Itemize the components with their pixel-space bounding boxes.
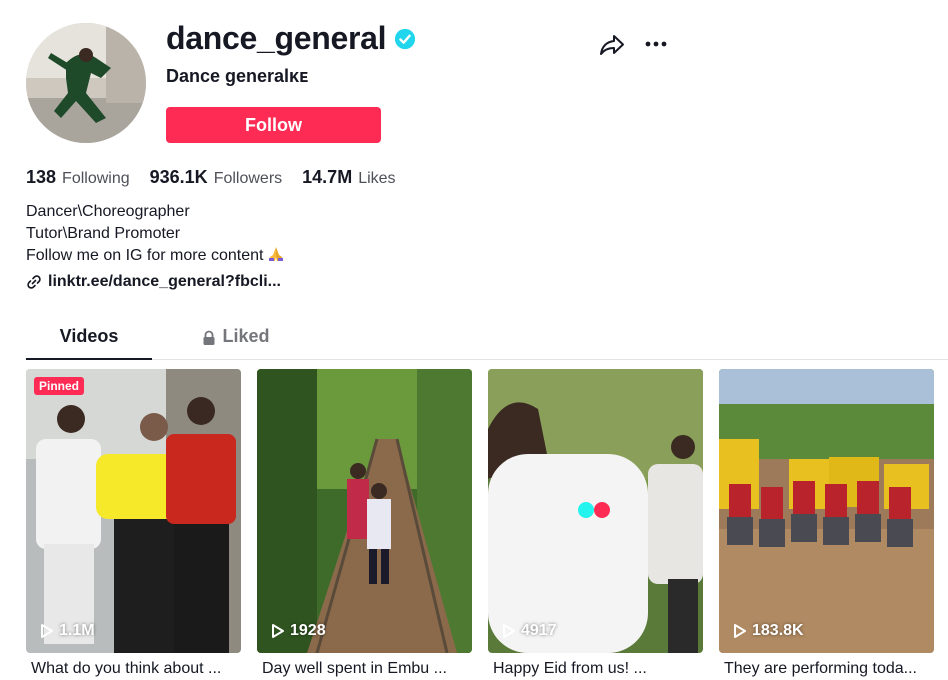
video-card[interactable]: 4917 Happy Eid from us! ...: [488, 369, 703, 678]
view-count: 4917: [502, 622, 557, 640]
tab-label: Liked: [222, 326, 270, 346]
play-icon: [503, 624, 515, 638]
video-card[interactable]: 1928 Day well spent in Embu ...: [257, 369, 472, 678]
stat-value: 138: [26, 167, 57, 187]
bio-line: Dancer\Choreographer: [26, 203, 190, 220]
profile-bio: Dancer\Choreographer Tutor\Brand Promote…: [26, 201, 285, 267]
view-count-text: 1.1M: [59, 622, 95, 639]
follow-button[interactable]: Follow: [166, 107, 381, 143]
profile-avatar[interactable]: [26, 23, 146, 143]
tab-liked[interactable]: Liked: [186, 318, 286, 360]
stat-followers[interactable]: 936.1K Followers: [150, 167, 283, 188]
video-caption[interactable]: Day well spent in Embu ...: [257, 660, 467, 678]
video-card[interactable]: Pinned 1.1M What do you think about ...: [26, 369, 241, 678]
link-text: linktr.ee/dance_general?fbcli...: [48, 273, 281, 290]
lock-icon: [203, 330, 215, 345]
view-count-text: 1928: [290, 622, 326, 639]
thumbnail-image: [257, 369, 472, 653]
profile-stats: 138 Following 936.1K Followers 14.7M Lik…: [26, 167, 396, 188]
profile-tabs: Videos Liked: [26, 318, 948, 360]
video-thumbnail[interactable]: 183.8K: [719, 369, 934, 653]
username-text: dance_general: [166, 20, 387, 56]
profile-link[interactable]: linktr.ee/dance_general?fbcli...: [26, 273, 281, 291]
view-count-text: 4917: [521, 622, 557, 639]
video-grid: Pinned 1.1M What do you think about ...: [26, 369, 948, 680]
link-icon: [27, 275, 41, 289]
stat-label: Followers: [213, 170, 283, 187]
stat-likes: 14.7M Likes: [302, 167, 395, 188]
tab-videos[interactable]: Videos: [26, 318, 152, 360]
video-caption[interactable]: They are performing toda...: [719, 660, 929, 678]
stat-following[interactable]: 138 Following: [26, 167, 130, 188]
stat-label: Likes: [358, 170, 396, 187]
bio-line-text: Follow me on IG for more content: [26, 247, 264, 264]
pinned-badge: Pinned: [34, 377, 85, 395]
profile-username: dance_general: [166, 20, 416, 57]
play-icon: [41, 624, 53, 638]
thumbnail-image: [719, 369, 934, 653]
bio-line: Tutor\Brand Promoter: [26, 225, 181, 242]
stat-value: 936.1K: [149, 167, 208, 187]
profile-nickname: Dance generalᴋᴇ: [166, 66, 309, 86]
video-thumbnail[interactable]: Pinned 1.1M: [26, 369, 241, 653]
video-caption[interactable]: Happy Eid from us! ...: [488, 660, 698, 678]
stat-label: Following: [62, 170, 130, 187]
praying-hands-emoji: [269, 247, 284, 261]
play-icon: [734, 624, 746, 638]
more-icon[interactable]: [643, 34, 669, 54]
video-thumbnail[interactable]: 4917: [488, 369, 703, 653]
video-card[interactable]: 183.8K They are performing toda...: [719, 369, 934, 678]
view-count: 1928: [271, 622, 326, 640]
view-count-text: 183.8K: [752, 622, 804, 639]
avatar-image: [26, 23, 146, 143]
stat-value: 14.7M: [302, 167, 353, 187]
thumbnail-image: [26, 369, 241, 653]
view-count: 183.8K: [733, 622, 804, 640]
bio-line: Follow me on IG for more content: [26, 245, 285, 267]
video-caption[interactable]: What do you think about ...: [26, 660, 236, 678]
play-icon: [272, 624, 284, 638]
view-count: 1.1M: [40, 622, 95, 640]
tab-label: Videos: [59, 326, 119, 346]
verified-badge-icon: [395, 28, 416, 49]
thumbnail-image: [488, 369, 703, 653]
video-thumbnail[interactable]: 1928: [257, 369, 472, 653]
share-icon[interactable]: [599, 33, 625, 57]
